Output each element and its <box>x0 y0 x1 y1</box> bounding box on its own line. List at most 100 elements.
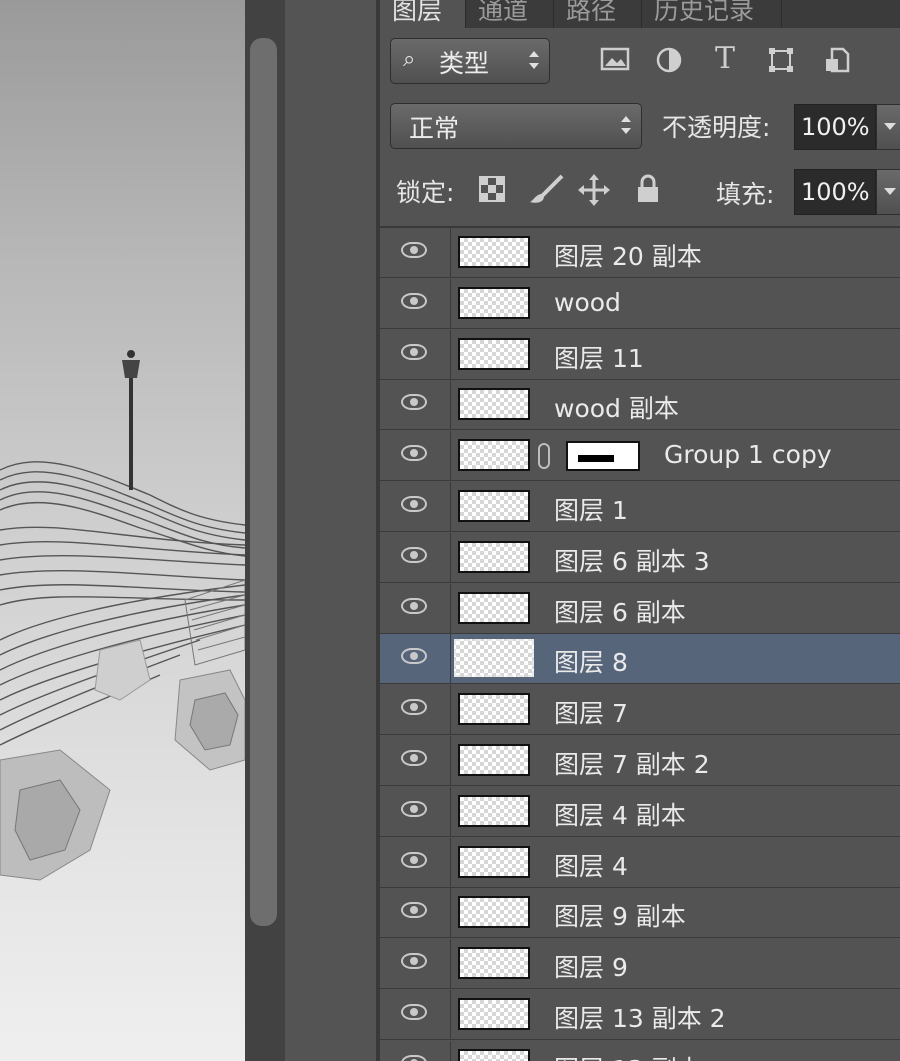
layer-row[interactable]: 图层 4 副本 <box>380 787 900 837</box>
layer-row[interactable]: 图层 7 副本 2 <box>380 736 900 786</box>
eye-icon <box>401 598 427 614</box>
link-icon[interactable] <box>538 443 550 469</box>
layer-name[interactable]: 图层 8 <box>554 643 628 679</box>
layer-thumbnail[interactable] <box>458 236 530 268</box>
layer-thumbnail[interactable] <box>458 744 530 776</box>
layer-name[interactable]: 图层 4 <box>554 847 628 883</box>
layer-row[interactable]: 图层 11 <box>380 330 900 380</box>
layer-row[interactable]: 图层 6 副本 3 <box>380 533 900 583</box>
visibility-toggle[interactable] <box>380 787 451 837</box>
layer-row[interactable]: 图层 1 <box>380 482 900 532</box>
layer-row[interactable]: 图层 9 <box>380 939 900 989</box>
blend-mode-select[interactable]: 正常 <box>390 103 642 149</box>
layer-name[interactable]: 图层 11 <box>554 339 644 375</box>
tab-layers[interactable]: 图层 <box>380 0 466 28</box>
lock-position-icon[interactable] <box>578 174 610 206</box>
tab-paths[interactable]: 路径 <box>554 0 642 28</box>
document-canvas[interactable] <box>0 0 245 1061</box>
visibility-toggle[interactable] <box>380 736 451 786</box>
layer-thumbnail[interactable] <box>458 947 530 979</box>
layer-name[interactable]: Group 1 copy <box>664 440 832 469</box>
visibility-toggle[interactable] <box>380 482 451 532</box>
layer-row[interactable]: 图层 13 副本 2 <box>380 990 900 1040</box>
layer-name[interactable]: 图层 20 副本 <box>554 237 702 273</box>
layer-thumbnail[interactable] <box>458 896 530 928</box>
layer-row[interactable]: 图层 6 副本 <box>380 584 900 634</box>
opacity-dropdown-button[interactable] <box>876 104 900 150</box>
visibility-toggle[interactable] <box>380 330 451 380</box>
visibility-toggle[interactable] <box>380 990 451 1040</box>
layer-name[interactable]: 图层 9 <box>554 948 628 984</box>
adjustment-filter-icon[interactable] <box>652 46 686 76</box>
layer-name[interactable]: 图层 13 副本 2 <box>554 999 726 1035</box>
layer-row[interactable]: 图层 7 <box>380 685 900 735</box>
layer-thumbnail[interactable] <box>454 639 534 677</box>
visibility-toggle[interactable] <box>380 685 451 735</box>
opacity-input[interactable]: 100% <box>794 104 876 150</box>
eye-icon <box>401 953 427 969</box>
type-filter-icon[interactable]: T <box>708 44 742 74</box>
eye-icon <box>401 496 427 512</box>
eye-icon <box>401 445 427 461</box>
layer-name[interactable]: 图层 6 副本 3 <box>554 542 710 578</box>
layer-row[interactable]: 图层 8 <box>380 634 900 684</box>
layer-thumbnail[interactable] <box>458 1049 530 1061</box>
layer-name[interactable]: 图层 4 副本 <box>554 796 686 832</box>
layer-row[interactable]: 图层 4 <box>380 838 900 888</box>
visibility-toggle[interactable] <box>380 584 451 634</box>
eye-icon <box>401 1004 427 1020</box>
layer-thumbnail[interactable] <box>458 338 530 370</box>
layer-row[interactable]: wood <box>380 279 900 329</box>
shape-filter-icon[interactable] <box>764 46 798 76</box>
canvas-vertical-scrollbar[interactable] <box>245 0 285 1061</box>
layer-thumbnail[interactable] <box>458 592 530 624</box>
scrollbar-thumb[interactable] <box>250 38 277 926</box>
visibility-toggle[interactable] <box>380 1041 451 1061</box>
visibility-toggle[interactable] <box>380 888 451 938</box>
eye-icon <box>401 293 427 309</box>
eye-icon <box>401 648 427 664</box>
layer-thumbnail[interactable] <box>458 541 530 573</box>
layer-thumbnail[interactable] <box>458 388 530 420</box>
filter-type-select[interactable]: ⌕ 类型 <box>390 38 550 84</box>
layer-name[interactable]: 图层 9 副本 <box>554 897 686 933</box>
layer-name[interactable]: 图层 1 <box>554 491 628 527</box>
tab-channels[interactable]: 通道 <box>466 0 554 28</box>
eye-icon <box>401 242 427 258</box>
fill-dropdown-button[interactable] <box>876 169 900 215</box>
layer-thumbnail[interactable] <box>458 439 530 471</box>
layer-thumbnail[interactable] <box>458 693 530 725</box>
visibility-toggle[interactable] <box>380 838 451 888</box>
layer-name[interactable]: 图层 6 副本 <box>554 593 686 629</box>
tab-history[interactable]: 历史记录 <box>642 0 782 28</box>
layer-row[interactable]: 图层 20 副本 <box>380 228 900 278</box>
visibility-toggle[interactable] <box>380 533 451 583</box>
layer-row[interactable]: 图层 13 副本 <box>380 1041 900 1061</box>
visibility-toggle[interactable] <box>380 939 451 989</box>
lock-paint-icon[interactable] <box>528 174 564 206</box>
visibility-toggle[interactable] <box>380 380 451 430</box>
lock-all-icon[interactable] <box>632 174 664 206</box>
image-filter-icon[interactable] <box>598 46 632 76</box>
layer-name[interactable]: wood 副本 <box>554 389 679 425</box>
visibility-toggle[interactable] <box>380 228 451 278</box>
layer-name[interactable]: wood <box>554 288 621 317</box>
layer-name[interactable]: 图层 7 副本 2 <box>554 745 710 781</box>
visibility-toggle[interactable] <box>380 431 451 481</box>
layer-thumbnail[interactable] <box>458 998 530 1030</box>
layer-row[interactable]: 图层 9 副本 <box>380 888 900 938</box>
layer-name[interactable]: 图层 13 副本 <box>554 1050 702 1061</box>
fill-input[interactable]: 100% <box>794 169 876 215</box>
layer-thumbnail[interactable] <box>458 287 530 319</box>
visibility-toggle[interactable] <box>380 634 451 684</box>
layer-mask-thumbnail[interactable] <box>566 441 640 471</box>
layer-thumbnail[interactable] <box>458 795 530 827</box>
layer-name[interactable]: 图层 7 <box>554 694 628 730</box>
layer-thumbnail[interactable] <box>458 490 530 522</box>
layer-thumbnail[interactable] <box>458 846 530 878</box>
layer-row[interactable]: wood 副本 <box>380 380 900 430</box>
layer-row[interactable]: Group 1 copy <box>380 431 900 481</box>
smart-object-filter-icon[interactable] <box>820 46 854 76</box>
lock-transparent-icon[interactable] <box>476 176 508 208</box>
visibility-toggle[interactable] <box>380 279 451 329</box>
